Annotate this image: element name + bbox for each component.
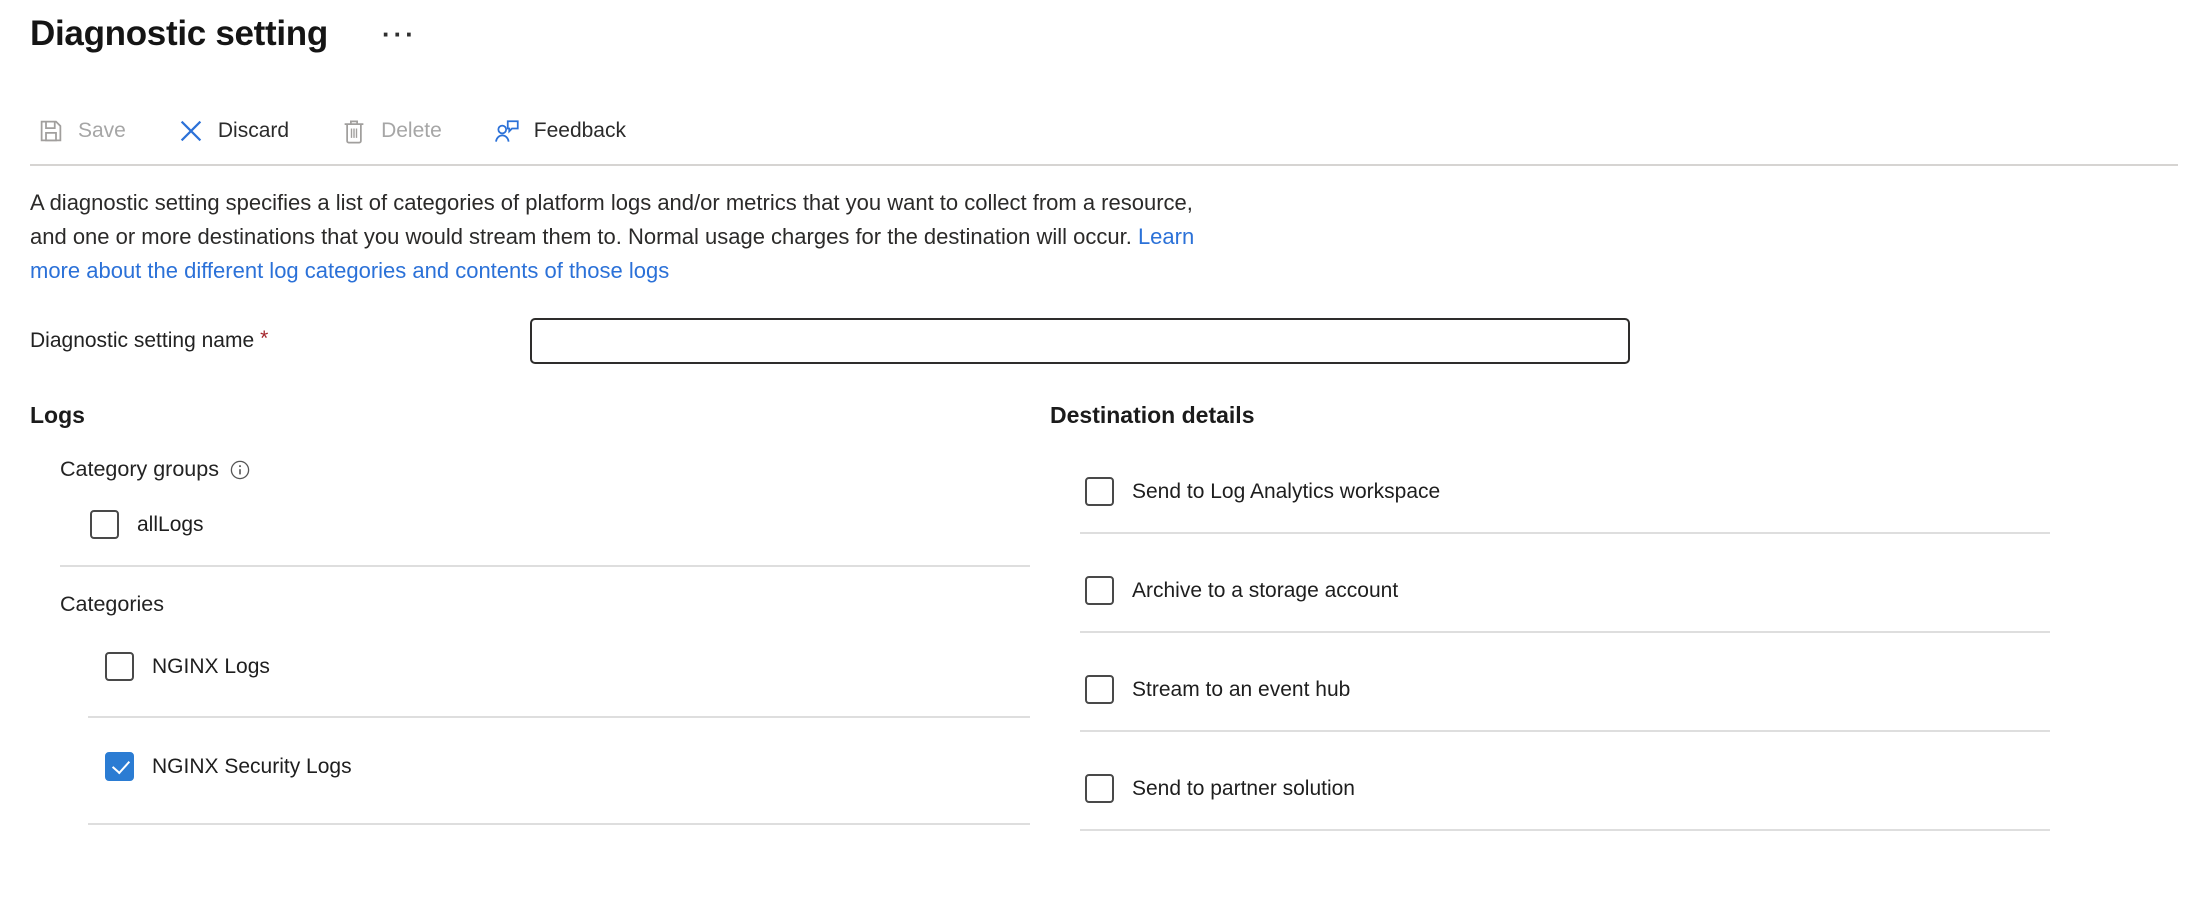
send-partner-solution-label: Send to partner solution	[1132, 777, 1355, 801]
description-line1: A diagnostic setting specifies a list of…	[30, 190, 1193, 215]
category-groups-label: Category groups	[60, 457, 219, 482]
send-to-log-analytics-checkbox[interactable]	[1085, 477, 1114, 506]
logs-heading: Logs	[30, 402, 1030, 429]
destination-details-section: Destination details Send to Log Analytic…	[1050, 402, 2050, 831]
discard-x-icon	[176, 116, 206, 146]
destination-details-heading: Destination details	[1050, 402, 2050, 429]
command-bar: Save Discard Delete Feedback	[30, 112, 2178, 150]
send-to-log-analytics-label: Send to Log Analytics workspace	[1132, 480, 1440, 504]
feedback-person-bubble-icon	[492, 116, 522, 146]
alllogs-row: allLogs	[90, 510, 1030, 539]
nginx-security-logs-row: NGINX Security Logs	[105, 752, 1030, 781]
send-partner-solution-row: Send to partner solution	[1085, 774, 2050, 803]
stream-event-hub-label: Stream to an event hub	[1132, 678, 1350, 702]
send-partner-solution-checkbox[interactable]	[1085, 774, 1114, 803]
send-to-log-analytics-row: Send to Log Analytics workspace	[1085, 477, 2050, 506]
more-button[interactable]: ···	[382, 21, 417, 47]
page-header: Diagnostic setting ···	[30, 14, 2178, 54]
save-button[interactable]: Save	[30, 116, 132, 146]
save-label: Save	[78, 119, 126, 143]
discard-button[interactable]: Discard	[170, 116, 295, 146]
page-title: Diagnostic setting	[30, 14, 328, 54]
nginx-logs-row: NGINX Logs	[105, 652, 1030, 681]
logs-section: Logs Category groups allLogs Categories …	[30, 402, 1030, 831]
content-columns: Logs Category groups allLogs Categories …	[30, 402, 2178, 831]
divider	[1080, 631, 2050, 633]
divider	[88, 716, 1030, 718]
divider	[60, 565, 1030, 567]
divider	[1080, 532, 2050, 534]
discard-label: Discard	[218, 119, 289, 143]
alllogs-label: allLogs	[137, 513, 204, 537]
delete-label: Delete	[381, 119, 442, 143]
alllogs-checkbox[interactable]	[90, 510, 119, 539]
divider	[1080, 829, 2050, 831]
required-asterisk: *	[260, 327, 268, 350]
categories-label: Categories	[60, 592, 1030, 617]
feedback-button[interactable]: Feedback	[486, 116, 632, 146]
nginx-security-logs-checkbox[interactable]	[105, 752, 134, 781]
description-text: A diagnostic setting specifies a list of…	[30, 186, 2178, 288]
divider	[1080, 730, 2050, 732]
toolbar-divider	[30, 164, 2178, 166]
delete-button[interactable]: Delete	[333, 116, 448, 146]
info-circle-icon[interactable]	[229, 459, 251, 481]
trash-icon	[339, 116, 369, 146]
nginx-logs-checkbox[interactable]	[105, 652, 134, 681]
diagnostic-setting-name-input[interactable]	[530, 318, 1630, 364]
save-icon	[36, 116, 66, 146]
archive-storage-row: Archive to a storage account	[1085, 576, 2050, 605]
diagnostic-setting-page: Diagnostic setting ··· Save Discard	[0, 0, 2208, 908]
archive-storage-label: Archive to a storage account	[1132, 579, 1398, 603]
nginx-logs-label: NGINX Logs	[152, 655, 270, 679]
nginx-security-logs-label: NGINX Security Logs	[152, 755, 352, 779]
stream-event-hub-checkbox[interactable]	[1085, 675, 1114, 704]
feedback-label: Feedback	[534, 119, 626, 143]
divider	[88, 823, 1030, 825]
category-groups-row: Category groups	[60, 457, 1030, 482]
stream-event-hub-row: Stream to an event hub	[1085, 675, 2050, 704]
name-field-row: Diagnostic setting name*	[30, 318, 2178, 364]
description-line2: and one or more destinations that you wo…	[30, 224, 1132, 249]
diagnostic-setting-name-label: Diagnostic setting name*	[30, 329, 530, 353]
archive-storage-checkbox[interactable]	[1085, 576, 1114, 605]
